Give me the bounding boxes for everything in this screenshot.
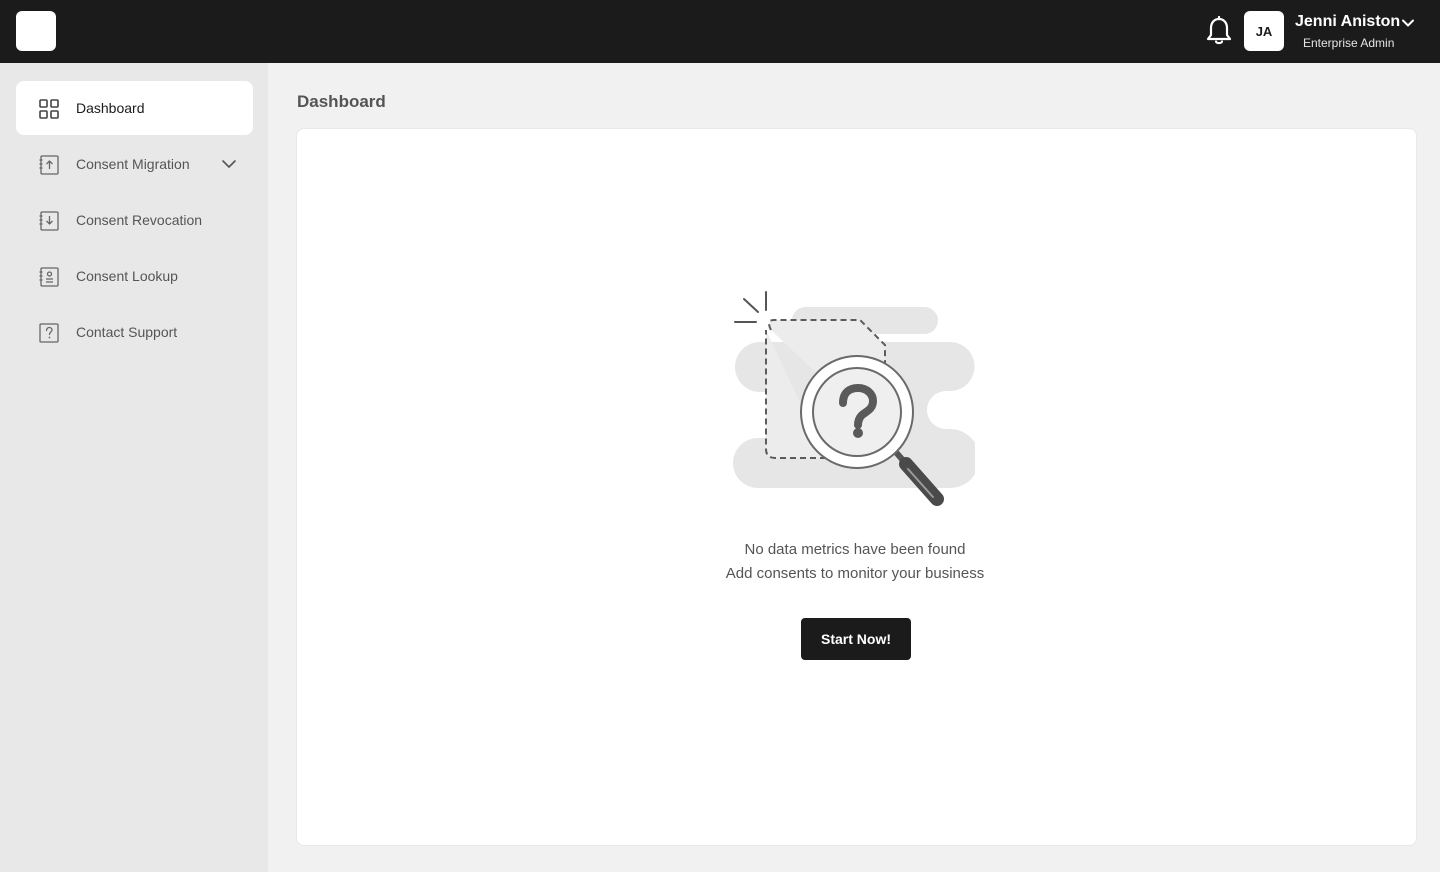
logo[interactable] [16, 11, 56, 51]
sidebar-item-dashboard[interactable]: Dashboard [16, 81, 253, 135]
grid-icon [39, 99, 59, 119]
user-name[interactable]: Jenni Aniston [1295, 13, 1400, 31]
empty-state-hint: Add consents to monitor your business [725, 565, 985, 582]
sidebar-item-label: Contact Support [76, 324, 178, 340]
chevron-down-icon[interactable] [221, 157, 237, 171]
sidebar-item-label: Consent Lookup [76, 268, 178, 284]
sidebar-item-contact-support[interactable]: Contact Support [16, 305, 253, 359]
chevron-down-icon[interactable] [1401, 16, 1415, 30]
sidebar-item-consent-revocation[interactable]: Consent Revocation [16, 193, 253, 247]
sidebar-item-consent-migration[interactable]: Consent Migration [16, 137, 253, 191]
page-title: Dashboard [297, 92, 386, 111]
start-now-button[interactable]: Start Now! [801, 618, 911, 660]
sidebar-item-label: Dashboard [76, 100, 145, 116]
sidebar: Dashboard Consent Migration Consent Revo… [0, 63, 268, 872]
download-doc-icon [39, 211, 59, 231]
sidebar-item-label: Consent Migration [76, 156, 190, 172]
avatar[interactable]: JA [1244, 11, 1284, 51]
user-role: Enterprise Admin [1303, 36, 1395, 50]
question-doc-icon [39, 323, 59, 343]
bell-icon[interactable] [1205, 16, 1233, 46]
top-bar: JA Jenni Aniston Enterprise Admin [0, 0, 1440, 63]
lookup-doc-icon [39, 267, 59, 287]
magnifier-question-icon [733, 291, 975, 506]
sidebar-item-consent-lookup[interactable]: Consent Lookup [16, 249, 253, 303]
empty-state-message: No data metrics have been found [744, 541, 966, 558]
upload-doc-icon [39, 155, 59, 175]
sidebar-item-label: Consent Revocation [76, 212, 203, 228]
